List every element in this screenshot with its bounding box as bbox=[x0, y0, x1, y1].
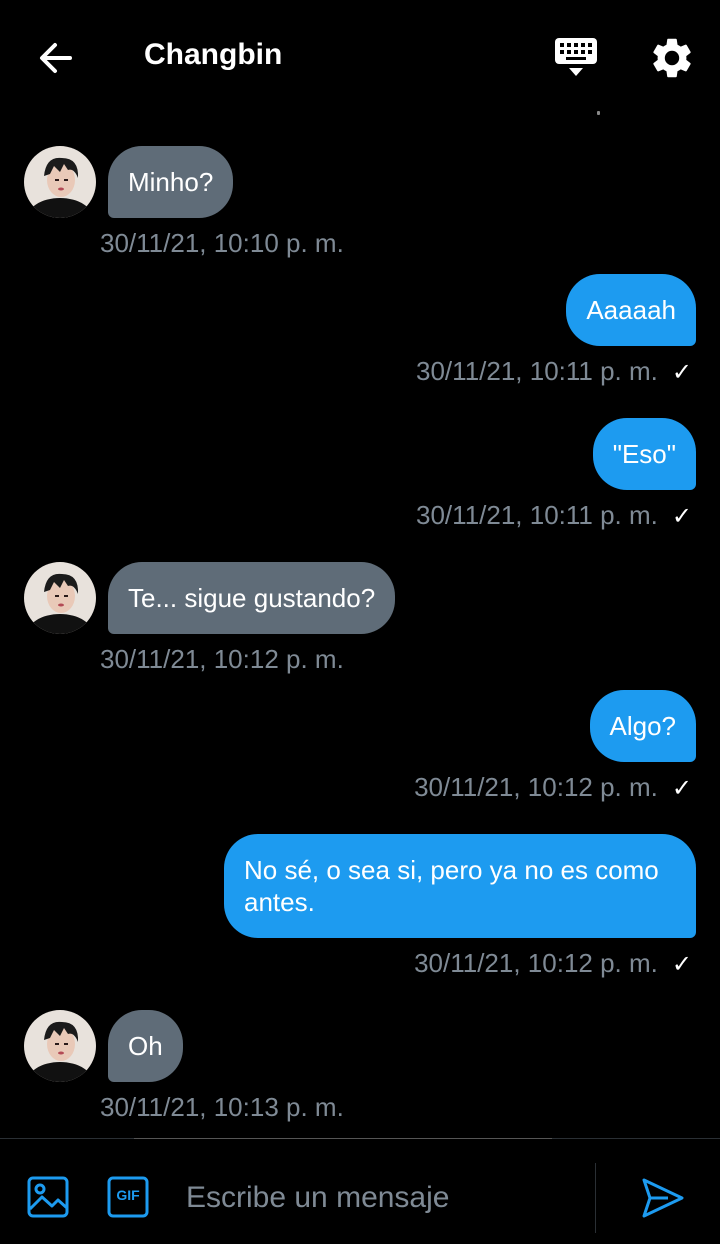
message-composer: GIF bbox=[0, 1138, 720, 1244]
incoming-message-bubble[interactable]: Minho? bbox=[108, 146, 234, 218]
message-meta: 30/11/21, 10:12 p. m. ✓ bbox=[414, 948, 692, 979]
message-timestamp: 30/11/21, 10:12 p. m. bbox=[100, 644, 344, 674]
message-timestamp: 30/11/21, 10:10 p. m. bbox=[100, 228, 344, 258]
avatar[interactable] bbox=[24, 1010, 96, 1082]
top-bar: Changbin bbox=[0, 0, 720, 115]
message-meta: 30/11/21, 10:11 p. m. ✓ bbox=[416, 356, 692, 387]
outgoing-message-bubble[interactable]: Aaaaah bbox=[566, 274, 696, 346]
incoming-message-bubble[interactable]: Oh bbox=[108, 1010, 183, 1082]
check-icon: ✓ bbox=[671, 775, 692, 802]
avatar[interactable] bbox=[24, 562, 96, 634]
gear-icon[interactable] bbox=[648, 34, 696, 82]
message-input[interactable] bbox=[184, 1175, 578, 1221]
outgoing-message-bubble[interactable]: No sé, o sea si, pero ya no es como ante… bbox=[224, 834, 696, 938]
send-icon[interactable] bbox=[640, 1175, 686, 1221]
check-icon: ✓ bbox=[671, 503, 692, 530]
arrow-left-icon[interactable] bbox=[34, 36, 78, 80]
message-timestamp: 30/11/21, 10:12 p. m. bbox=[414, 948, 658, 978]
message-timestamp: 30/11/21, 10:11 p. m. bbox=[416, 500, 658, 530]
outgoing-message-bubble[interactable]: Algo? bbox=[589, 690, 696, 762]
avatar[interactable] bbox=[24, 146, 96, 218]
message-meta: 30/11/21, 10:11 p. m. ✓ bbox=[416, 500, 692, 531]
message-timestamp: 30/11/21, 10:12 p. m. bbox=[414, 772, 658, 802]
check-icon: ✓ bbox=[671, 359, 692, 386]
message-timestamp: 30/11/21, 10:13 p. m. bbox=[100, 1092, 344, 1122]
gif-label: GIF bbox=[116, 1187, 140, 1203]
keyboard-icon[interactable] bbox=[552, 36, 600, 80]
divider bbox=[595, 1163, 596, 1233]
message-timestamp: 30/11/21, 10:11 p. m. bbox=[416, 356, 658, 386]
message-meta: 30/11/21, 10:12 p. m. ✓ bbox=[414, 772, 692, 803]
divider bbox=[134, 1138, 552, 1139]
contact-name: Changbin bbox=[144, 38, 283, 71]
incoming-message-bubble[interactable]: Te... sigue gustando? bbox=[108, 562, 396, 634]
message-list[interactable]: Minho? 30/11/21, 10:10 p. m. Aaaaah 30/1… bbox=[0, 114, 720, 1138]
outgoing-message-bubble[interactable]: "Eso" bbox=[592, 418, 696, 490]
check-icon: ✓ bbox=[671, 951, 692, 978]
image-icon[interactable] bbox=[26, 1175, 70, 1219]
gif-icon[interactable]: GIF bbox=[106, 1175, 150, 1219]
